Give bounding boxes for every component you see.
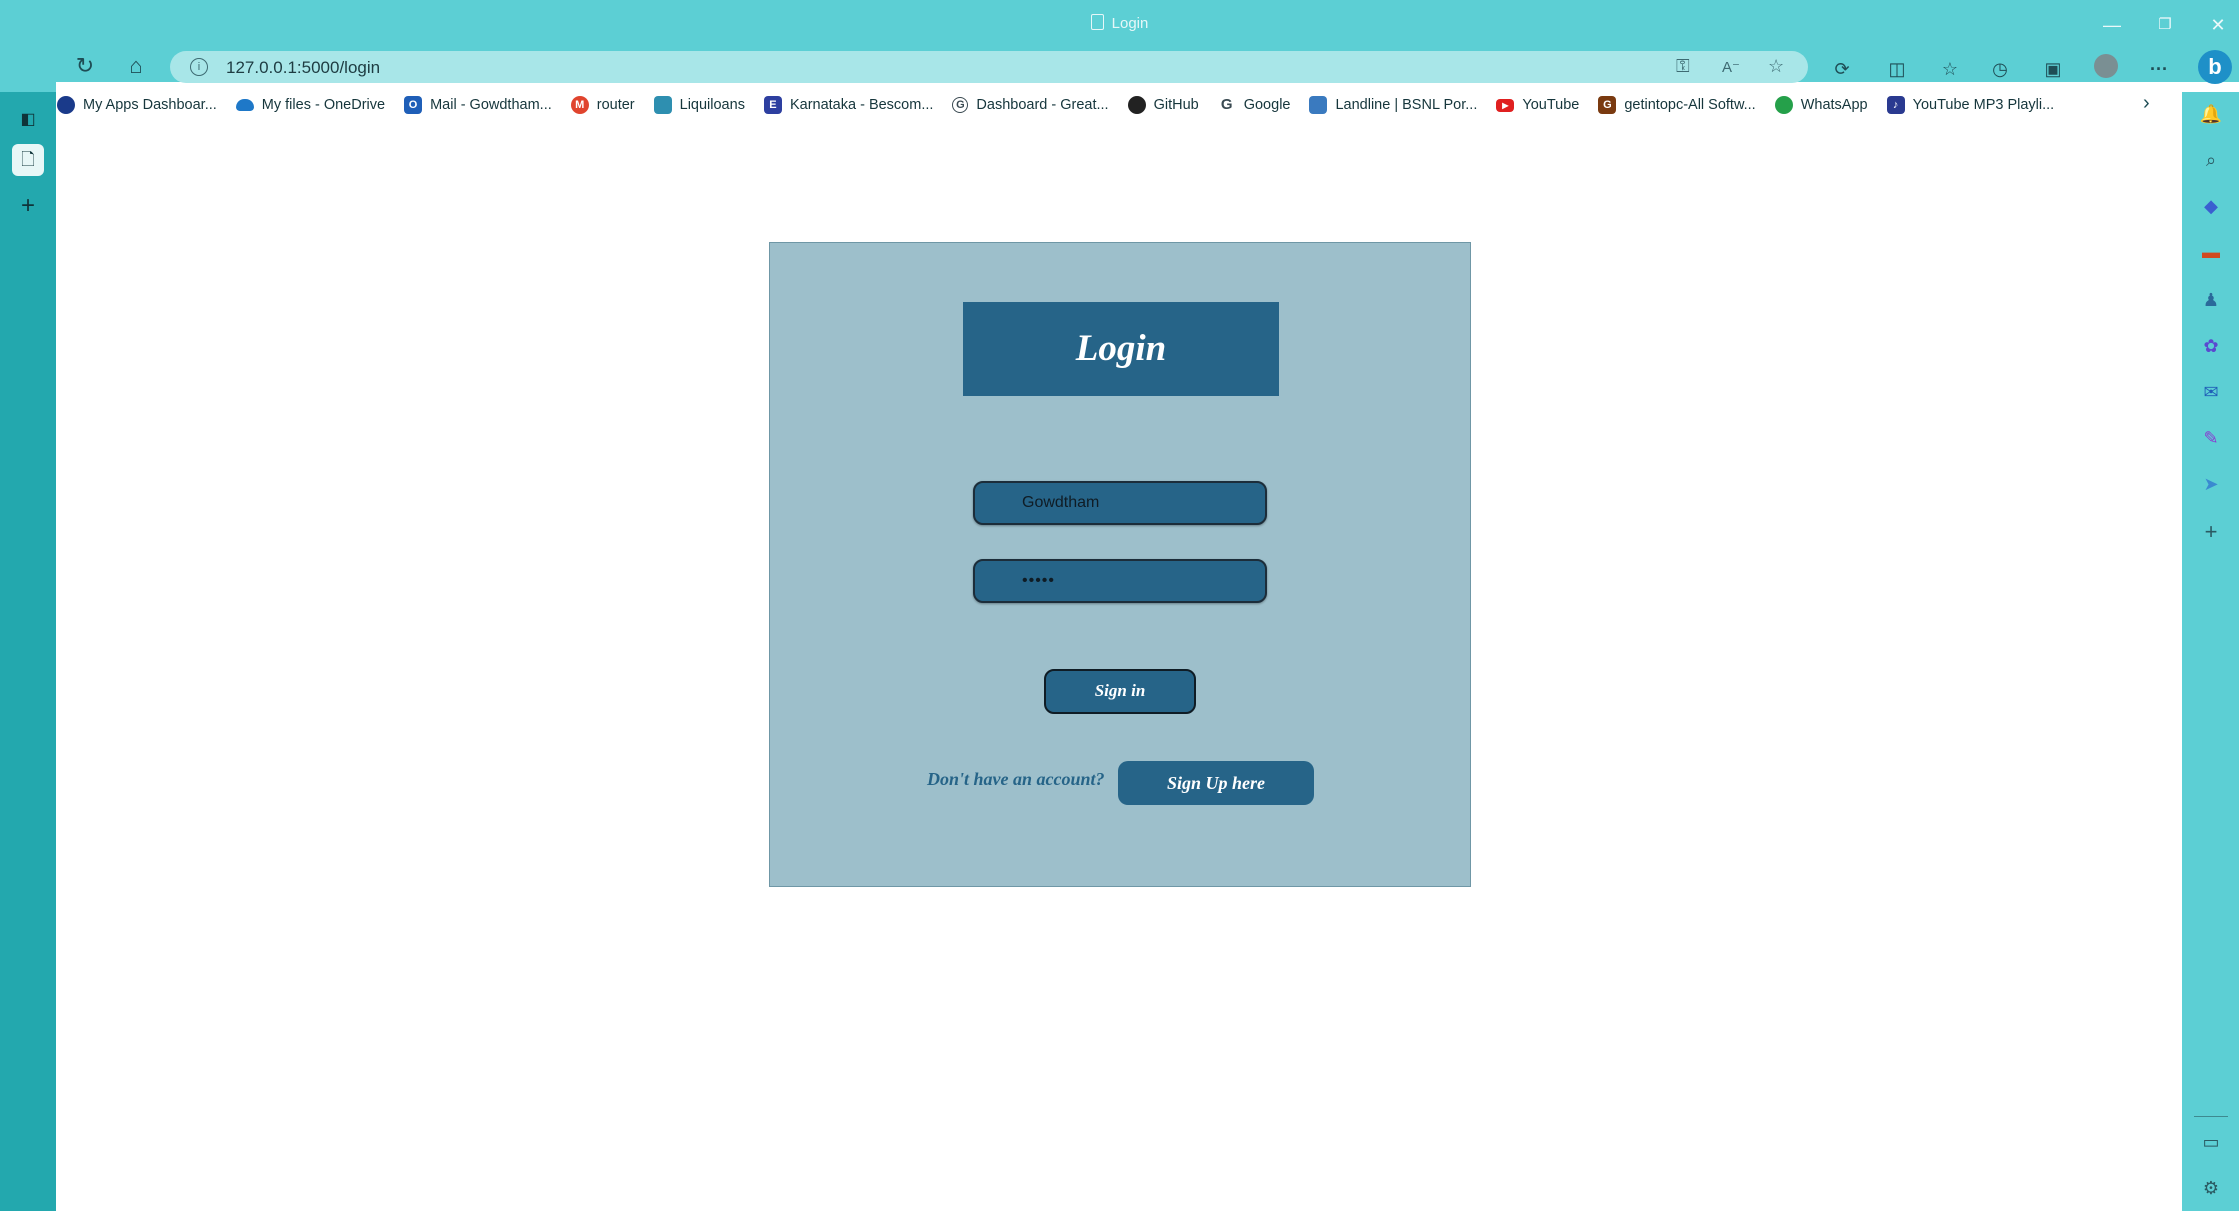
active-tab-icon[interactable]: 🗋: [12, 144, 44, 176]
collections-icon[interactable]: ▣: [2038, 55, 2068, 83]
left-sidebar-top: [0, 50, 56, 92]
tag-icon[interactable]: ◆: [2199, 194, 2223, 218]
bescom-icon: E: [763, 96, 782, 114]
vertical-tabs-sidebar: ◧ 🗋 +: [0, 92, 56, 1211]
bookmark-item[interactable]: G Google: [1218, 96, 1291, 114]
bookmark-item[interactable]: Mrouter: [570, 96, 635, 114]
liquiloans-icon: [653, 96, 672, 114]
outlook-icon[interactable]: ✉: [2199, 380, 2223, 404]
copilot-designer-icon[interactable]: ✿: [2199, 334, 2223, 358]
site-info-icon[interactable]: i: [190, 58, 208, 76]
right-sidebar: 🔔 ⌕ ◆ ▬ ♟ ✿ ✉ ✎ ➤ + ▭ ⚙: [2182, 92, 2239, 1211]
bookmark-item[interactable]: Ggetintopc-All Softw...: [1598, 96, 1756, 114]
bookmarks-bar: My Apps Dashboar... My files - OneDrive …: [57, 92, 2182, 118]
bookmark-item[interactable]: G Dashboard - Great...: [952, 97, 1109, 113]
login-title: Login: [963, 302, 1279, 396]
window-title: Login: [0, 14, 2239, 32]
login-card: Login Sign in Don't have an account? Sig…: [769, 242, 1471, 887]
history-icon[interactable]: ◷: [1985, 55, 2015, 83]
settings-gear-icon[interactable]: ⚙: [2199, 1176, 2223, 1200]
bookmark-item[interactable]: My Apps Dashboar...: [57, 96, 217, 114]
whatsapp-icon: [1774, 96, 1793, 114]
bookmark-item[interactable]: ▶ YouTube: [1496, 97, 1579, 113]
profile-avatar[interactable]: [2094, 54, 2118, 78]
getintopc-icon: G: [1598, 96, 1617, 114]
read-aloud-icon[interactable]: A⁻: [1722, 58, 1740, 76]
close-button[interactable]: ✕: [2198, 8, 2238, 42]
split-screen-icon[interactable]: ◫: [1882, 55, 1912, 83]
youtube-icon: ▶: [1496, 98, 1515, 112]
cloud-icon: [235, 99, 254, 111]
google-icon: G: [1220, 96, 1233, 113]
bookmark-item[interactable]: WhatsApp: [1774, 96, 1868, 114]
favorite-star-icon[interactable]: ☆: [1768, 56, 1784, 77]
github-icon: [1127, 96, 1146, 114]
tab-title: Login: [1111, 15, 1149, 32]
copilot-icon[interactable]: b: [2198, 50, 2232, 84]
username-input[interactable]: [973, 481, 1267, 525]
favorites-icon[interactable]: ☆: [1935, 55, 1965, 83]
bookmark-item[interactable]: My files - OneDrive: [235, 97, 385, 113]
document-icon: [1090, 14, 1104, 30]
extensions-icon[interactable]: ⟳: [1827, 55, 1857, 83]
music-icon: ♪: [1886, 96, 1905, 114]
games-icon[interactable]: ♟: [2199, 288, 2223, 312]
sign-up-button[interactable]: Sign Up here: [1118, 761, 1314, 805]
bookmark-item[interactable]: GitHub: [1127, 96, 1199, 114]
home-button[interactable]: ⌂: [116, 50, 156, 82]
bookmark-item[interactable]: Liquiloans: [653, 96, 745, 114]
chevron-right-icon[interactable]: ›: [2143, 92, 2150, 115]
designer-icon[interactable]: ✎: [2199, 426, 2223, 450]
url-text[interactable]: 127.0.0.1:5000/login: [226, 58, 380, 78]
address-bar[interactable]: i 127.0.0.1:5000/login ⚿ A⁻ ☆: [170, 51, 1808, 83]
sidebar-layout-icon[interactable]: ▭: [2199, 1130, 2223, 1154]
sidebar-toggle-icon[interactable]: ◧: [12, 104, 44, 136]
more-options-button[interactable]: ···: [2144, 55, 2174, 83]
bookmark-item[interactable]: E Karnataka - Bescom...: [763, 96, 933, 114]
title-bar: Login — ❐ ✕: [0, 0, 2239, 50]
new-tab-icon[interactable]: +: [12, 190, 44, 222]
no-account-text: Don't have an account?: [927, 769, 1105, 789]
send-icon[interactable]: ➤: [2199, 472, 2223, 496]
minimize-button[interactable]: —: [2092, 8, 2132, 42]
bookmark-item[interactable]: O Mail - Gowdtham...: [404, 96, 552, 114]
circle-icon: [57, 96, 75, 114]
add-icon[interactable]: +: [2199, 520, 2223, 544]
refresh-button[interactable]: ↻: [65, 50, 105, 82]
key-icon[interactable]: ⚿: [1676, 56, 1690, 77]
password-input[interactable]: [973, 559, 1267, 603]
bookmark-item[interactable]: ♪ YouTube MP3 Playli...: [1886, 96, 2054, 114]
outlook-icon: O: [404, 96, 423, 114]
globe-icon: G: [952, 97, 969, 113]
bsnl-icon: [1309, 96, 1328, 114]
bookmark-item[interactable]: Landline | BSNL Por...: [1309, 96, 1477, 114]
sign-in-button[interactable]: Sign in: [1044, 669, 1196, 714]
toolbox-icon[interactable]: ▬: [2199, 240, 2223, 264]
router-icon: M: [570, 96, 589, 114]
divider: [2194, 1116, 2228, 1117]
bell-icon[interactable]: 🔔: [2199, 102, 2223, 126]
search-icon[interactable]: ⌕: [2199, 148, 2223, 172]
restore-button[interactable]: ❐: [2145, 8, 2185, 42]
